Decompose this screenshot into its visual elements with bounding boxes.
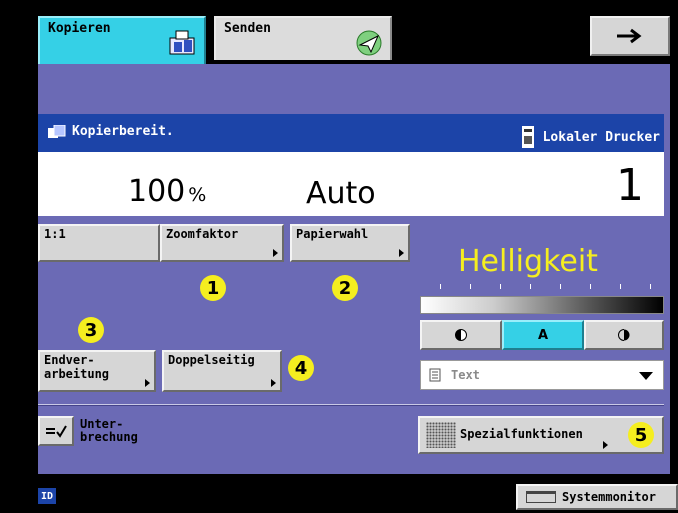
submenu-arrow-icon — [273, 249, 278, 257]
zoom-label: Zoomfaktor — [166, 227, 239, 241]
density-auto-label: A — [537, 327, 549, 343]
tab-copy-label: Kopieren — [48, 21, 111, 36]
copier-screen: Kopieren Senden Kopierbereit. Lokaler Dr… — [0, 0, 678, 513]
density-ticks — [420, 284, 664, 296]
monitor-icon — [526, 491, 556, 503]
callout-5: 5 — [628, 422, 654, 448]
tab-bar: Kopieren Senden — [28, 12, 673, 68]
zoom-number: 100 — [128, 174, 186, 209]
finishing-label-line1: Endver- — [44, 353, 95, 367]
interrupt-label: Unter- brechung — [80, 417, 138, 445]
copy-icon — [169, 30, 195, 55]
original-type-select[interactable]: Text — [420, 360, 664, 390]
density-title: Helligkeit — [458, 244, 598, 279]
density-auto-button[interactable]: A — [502, 320, 584, 350]
zoom-button[interactable]: Zoomfaktor — [160, 224, 284, 262]
callout-4: 4 — [288, 355, 314, 381]
bottom-bar: ID Systemmonitor — [0, 480, 678, 513]
duplex-label: Doppelseitig — [168, 353, 255, 367]
status-message: Kopierbereit. — [72, 124, 174, 139]
ratio-1-1-label: 1:1 — [44, 227, 66, 241]
chevron-down-icon — [639, 372, 653, 380]
printer-icon — [521, 126, 534, 148]
paper-select-button[interactable]: Papierwahl — [290, 224, 410, 262]
submenu-arrow-icon — [603, 441, 608, 449]
status-display: 100% Auto 1 — [38, 152, 664, 216]
finishing-button[interactable]: Endver- arbeitung — [38, 350, 156, 392]
system-monitor-label: Systemmonitor — [562, 490, 656, 504]
half-circle-dark-icon — [618, 329, 630, 341]
main-panel: Kopierbereit. Lokaler Drucker 100% Auto … — [38, 64, 670, 474]
ratio-1-1-button[interactable]: 1:1 — [38, 224, 160, 262]
tab-send[interactable]: Senden — [214, 16, 392, 60]
next-arrow-button[interactable] — [590, 16, 670, 56]
submenu-arrow-icon — [271, 379, 276, 387]
density-lighter-button[interactable] — [420, 320, 502, 350]
printer-label: Lokaler Drucker — [542, 129, 660, 145]
callout-2: 2 — [332, 275, 358, 301]
interrupt-icon — [46, 425, 67, 438]
tab-copy[interactable]: Kopieren — [38, 16, 206, 68]
submenu-arrow-icon — [145, 379, 150, 387]
half-circle-light-icon — [455, 329, 467, 341]
interrupt-button[interactable] — [38, 416, 74, 446]
interrupt-label-line2: brechung — [80, 430, 138, 445]
copies-count: 1 — [616, 160, 644, 211]
callout-3: 3 — [78, 317, 104, 343]
tab-send-label: Senden — [224, 21, 271, 36]
paper-value: Auto — [306, 176, 376, 211]
callout-1: 1 — [200, 275, 226, 301]
document-icon — [429, 368, 441, 382]
submenu-arrow-icon — [399, 249, 404, 257]
id-badge: ID — [38, 488, 56, 504]
finishing-label-line2: arbeitung — [44, 366, 110, 381]
zoom-unit: % — [188, 184, 207, 206]
section-divider — [38, 404, 664, 406]
density-gradient-bar — [420, 296, 664, 314]
send-icon — [356, 30, 382, 56]
system-monitor-button[interactable]: Systemmonitor — [516, 484, 678, 510]
grid-dots-icon — [426, 422, 456, 448]
copy-status-icon — [48, 124, 66, 138]
arrow-right-icon — [617, 28, 642, 44]
special-functions-label: Spezialfunktionen — [460, 427, 583, 441]
density-darker-button[interactable] — [584, 320, 664, 350]
original-type-value: Text — [451, 368, 480, 382]
status-header: Kopierbereit. Lokaler Drucker — [38, 114, 664, 152]
duplex-button[interactable]: Doppelseitig — [162, 350, 282, 392]
zoom-value: 100% — [128, 174, 206, 209]
paper-select-label: Papierwahl — [296, 227, 369, 241]
